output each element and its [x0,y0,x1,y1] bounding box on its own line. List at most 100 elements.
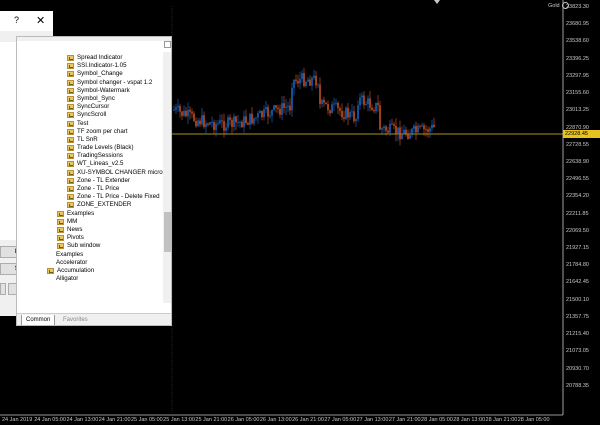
candle-body [349,112,351,118]
candle-body [341,110,343,118]
navigator-item[interactable]: SyncCursor [17,103,163,111]
candle-body [265,107,267,110]
navigator-item[interactable]: Accumulation [17,267,163,275]
candle-body [373,110,375,112]
navigator-item-label: Zone - TL Extender [77,176,130,184]
candle-body [377,102,379,106]
candle-body [259,111,261,114]
time-label: 26 Jan 21:00 [292,417,324,423]
indicator-icon [67,136,74,143]
candle-body [379,105,381,130]
candle-body [425,129,427,130]
price-label: 23013.25 [566,107,589,114]
candle-body [319,84,321,105]
navigator-item[interactable]: Symbol changer - vspat 1.2 [17,79,163,87]
candle-body [327,104,329,111]
navigator-item[interactable]: Symbol-Watermark [17,87,163,95]
navigator-item-label: Zone - TL Price [77,185,120,192]
navigator-item[interactable]: TL SnR [17,136,163,144]
navigator-item[interactable]: TradingSessions [17,152,163,160]
candle-body [281,103,283,115]
candle-body [175,107,177,110]
navigator-item[interactable]: WT_Lineas_v2.5 [17,160,163,168]
indicator-icon [67,71,74,78]
candle-body [287,105,289,107]
navigator-item[interactable]: ZONE_EXTENDER [17,201,163,209]
navigator-item[interactable]: Test [17,120,163,128]
navigator-item[interactable]: XU-SYMBOL CHANGER micro [17,169,163,177]
candle-body [233,116,235,127]
navigator-item[interactable]: Zone - TL Price [17,185,163,193]
candle-body [367,98,369,105]
candle-body [249,113,251,125]
price-label: 23823.30 [566,4,589,10]
navigator-item[interactable]: MM [17,218,163,226]
candle-body [299,78,301,84]
time-label: 25 Jan 21:00 [195,417,228,423]
navigator-item[interactable]: SSI.Indicator-1.05 [17,62,163,70]
navigator-item[interactable]: Zone - TL Extender [17,177,163,185]
navigator-item[interactable]: TF zoom per chart [17,128,163,136]
candle-body [405,129,407,135]
indicator-icon [67,161,74,168]
tab-common[interactable]: Common [21,315,56,325]
scrollbar-thumb[interactable] [164,212,171,252]
tab-favorites[interactable]: Favorites [59,315,92,325]
navigator-item-label: XU-SYMBOL CHANGER micro [77,168,163,176]
vertical-scrollbar[interactable] [163,52,171,303]
navigator-item[interactable]: Examples [17,210,163,218]
help-button[interactable]: ? [14,15,19,25]
navigator-item[interactable]: Trade Levels (Black) [17,144,163,152]
navigator-item[interactable]: Examples [17,251,163,259]
price-label: 23297.95 [566,72,589,79]
candle-body [285,106,287,108]
candle-body [343,117,345,119]
candle-body [197,120,199,127]
candle-body [247,122,249,125]
candle-body [203,115,205,128]
indicator-icon [67,145,74,152]
navigator-item[interactable]: Symbol_Sync [17,95,163,103]
navigator-item[interactable]: Accelerator [17,259,163,267]
price-label: 21927.15 [566,245,589,252]
candle-body [353,111,355,122]
candle-body [321,99,323,105]
candle-body [331,104,333,114]
time-label: 25 Jan 13:00 [163,417,195,423]
price-label: 20930.70 [566,365,589,372]
candle-body [323,99,325,103]
candle-body [193,113,195,121]
candle-body [211,122,213,123]
close-button[interactable]: ✕ [36,14,45,27]
time-label: 24 Jan 2019 [2,417,33,423]
candle-body [177,105,179,108]
candle-body [225,127,227,131]
candle-body [263,109,265,118]
time-label: 24 Jan 05:00 [34,417,67,423]
navigator-item-label: SyncScroll [77,111,107,119]
navigator-item[interactable]: News [17,226,163,234]
candle-body [347,107,349,118]
navigator-item[interactable]: Pivots [17,234,163,242]
candle-body [279,108,281,115]
navigator-item[interactable]: Symbol_Change [17,70,163,78]
navigator-item[interactable]: Alligator [17,275,163,283]
navigator-item[interactable]: Spread Indicator [17,54,163,62]
indicator-icon [67,79,74,86]
close-icon[interactable] [164,41,171,48]
navigator-item[interactable]: Zone - TL Price - Delete Fixed [17,193,163,201]
indicator-icon [67,63,74,70]
candle-body [433,124,435,128]
candle-body [227,117,229,128]
price-label: 21357.75 [566,313,589,320]
candle-body [345,107,347,119]
candle-body [351,111,353,113]
candle-body [251,113,253,124]
ok-button[interactable] [0,283,6,295]
navigator-item-label: Sub window [67,242,101,250]
navigator-item[interactable]: SyncScroll [17,111,163,119]
candle-body [181,111,183,116]
folder-icon [57,243,64,250]
candle-body [191,111,193,114]
navigator-item[interactable]: Sub window [17,242,163,250]
